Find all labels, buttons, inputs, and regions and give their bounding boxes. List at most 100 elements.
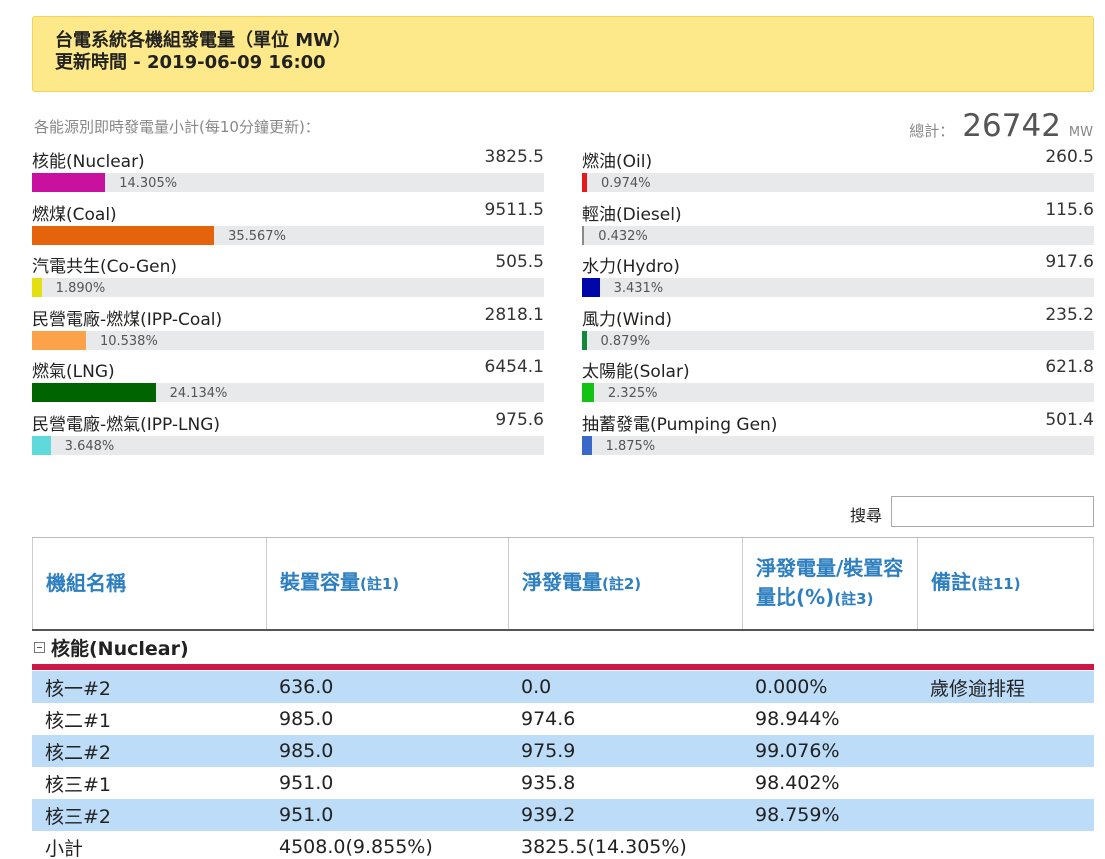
energy-bar-track <box>582 435 1094 455</box>
energy-bar-fill <box>32 435 51 455</box>
energy-bar-fill <box>32 173 106 192</box>
search-input[interactable] <box>891 496 1094 527</box>
energy-percent: 3.648% <box>64 438 115 454</box>
energy-value: 260.5 <box>1045 147 1094 167</box>
cell-net-generation: 935.8 <box>521 772 576 794</box>
energy-item: 汽電共生(Co-Gen) 505.5 1.890% <box>32 252 544 305</box>
energy-bar-track <box>32 173 544 192</box>
cell-ratio: 98.402% <box>755 772 840 794</box>
energy-value: 501.4 <box>1045 409 1094 430</box>
cell-ratio: 98.944% <box>755 708 840 730</box>
table-row: 核三#2 951.0 939.2 98.759% <box>32 799 1094 831</box>
energy-name: 太陽能(Solar) <box>582 362 690 382</box>
energy-bar-fill <box>582 173 587 192</box>
energy-bar-fill <box>582 435 592 455</box>
energy-item: 抽蓄發電(Pumping Gen) 501.4 1.875% <box>582 410 1094 463</box>
energy-list-left: 核能(Nuclear) 3825.5 14.305% 燃煤(Coal) 9511.5 35… <box>32 147 544 462</box>
table-header: 機組名稱 裝置容量(註1) 淨發電量(註2) 淨發電量/裝置容量比(%)(註3)… <box>32 537 1094 631</box>
table-row: 核二#2 985.0 975.9 99.076% <box>32 735 1094 767</box>
cell-unit-name: 小計 <box>45 837 84 859</box>
cell-net-generation: 975.9 <box>521 740 576 762</box>
energy-name: 抽蓄發電(Pumping Gen) <box>582 414 778 435</box>
energy-value: 235.2 <box>1045 304 1094 325</box>
total-unit: MW <box>1068 125 1093 140</box>
group-divider <box>32 664 1094 670</box>
cell-net-generation: 939.2 <box>521 804 576 826</box>
energy-bar-fill <box>582 278 600 297</box>
cell-ratio: 99.076% <box>755 740 840 762</box>
energy-value: 115.6 <box>1045 199 1094 220</box>
header-net-generation[interactable]: 淨發電量(註2) <box>508 538 742 629</box>
cell-net-generation: 0.0 <box>521 676 552 698</box>
energy-bar-fill <box>32 383 156 402</box>
cell-capacity: 4508.0(9.855%) <box>279 836 433 858</box>
energy-value: 3825.5 <box>484 147 544 167</box>
cell-net-generation: 3825.5(14.305%) <box>521 836 687 858</box>
total-value: 26742 <box>962 108 1061 144</box>
cell-unit-name: 核三#1 <box>45 773 112 796</box>
energy-percent: 0.432% <box>598 228 648 244</box>
energy-percent: 3.431% <box>613 281 664 296</box>
header-ratio[interactable]: 淨發電量/裝置容量比(%)(註3) <box>742 538 917 629</box>
energy-item: 民營電廠-燃氣(IPP-LNG) 975.6 3.648% <box>32 410 544 463</box>
energy-bar-track <box>582 383 1094 402</box>
energy-name: 燃煤(Coal) <box>32 204 117 225</box>
cell-capacity: 636.0 <box>279 676 334 698</box>
header-unit-name[interactable]: 機組名稱 <box>32 538 266 629</box>
table-row: 核三#1 951.0 935.8 98.402% <box>32 767 1094 799</box>
header-capacity[interactable]: 裝置容量(註1) <box>266 538 508 629</box>
cell-unit-name: 核二#2 <box>45 741 112 764</box>
page-title: 台電系統各機組發電量（單位 MW） <box>55 30 352 51</box>
group-label: 核能(Nuclear) <box>51 638 189 660</box>
energy-bar-track <box>582 173 1094 192</box>
energy-percent: 24.134% <box>169 386 228 401</box>
energy-name: 汽電共生(Co-Gen) <box>32 257 178 277</box>
energy-item: 水力(Hydro) 917.6 3.431% <box>582 252 1094 305</box>
energy-name: 風力(Wind) <box>582 309 672 330</box>
energy-list-right: 燃油(Oil) 260.5 0.974% 輕油(Diesel) 115.6 0.432% 水… <box>582 147 1094 462</box>
energy-bar-fill <box>32 330 86 350</box>
unit-table: 機組名稱 裝置容量(註1) 淨發電量(註2) 淨發電量/裝置容量比(%)(註3)… <box>32 537 1094 859</box>
search-label: 搜尋 <box>850 506 883 525</box>
energy-bar-track <box>32 278 544 297</box>
energy-name: 輕油(Diesel) <box>582 204 682 225</box>
energy-bar-track <box>32 225 544 245</box>
table-row: 核二#1 985.0 974.6 98.944% <box>32 703 1094 735</box>
energy-bar-fill <box>582 330 587 350</box>
energy-bar-track <box>582 330 1094 350</box>
energy-value: 2818.1 <box>484 304 544 325</box>
cell-remarks: 歲修逾排程 <box>930 677 1026 700</box>
subtotal-row: 小計 4508.0(9.855%) 3825.5(14.305%) <box>32 831 1094 859</box>
header-remarks[interactable]: 備註(註11) <box>917 538 1094 629</box>
total-summary: 總計： 26742 MW <box>909 108 1093 144</box>
energy-value: 975.6 <box>495 409 544 430</box>
energy-percent: 1.875% <box>605 438 656 454</box>
energy-bar-fill <box>32 278 42 297</box>
energy-item: 燃煤(Coal) 9511.5 35.567% <box>32 200 544 253</box>
energy-item: 民營電廠-燃煤(IPP-Coal) 2818.1 10.538% <box>32 305 544 358</box>
energy-item: 輕油(Diesel) 115.6 0.432% <box>582 200 1094 253</box>
energy-item: 太陽能(Solar) 621.8 2.325% <box>582 357 1094 410</box>
energy-name: 民營電廠-燃煤(IPP-Coal) <box>32 309 223 330</box>
group-nuclear[interactable]: 核能(Nuclear) <box>32 631 1094 664</box>
energy-value: 505.5 <box>495 252 544 272</box>
energy-name: 核能(Nuclear) <box>32 152 145 172</box>
energy-percent: 35.567% <box>228 228 286 244</box>
energy-percent: 10.538% <box>99 333 158 349</box>
update-time: 更新時間 - 2019-06-09 16:00 <box>55 52 326 73</box>
cell-unit-name: 核二#1 <box>45 709 112 732</box>
cell-capacity: 985.0 <box>279 740 334 762</box>
cell-unit-name: 核三#2 <box>45 805 112 828</box>
energy-value: 9511.5 <box>484 199 544 220</box>
energy-value: 917.6 <box>1045 252 1094 272</box>
energy-name: 民營電廠-燃氣(IPP-LNG) <box>32 414 221 435</box>
cell-capacity: 951.0 <box>279 804 334 826</box>
energy-bar-track <box>582 225 1094 245</box>
collapse-icon[interactable] <box>34 642 45 653</box>
energy-value: 621.8 <box>1045 357 1094 377</box>
energy-percent: 2.325% <box>607 386 658 401</box>
energy-percent: 14.305% <box>119 176 178 191</box>
total-label: 總計： <box>909 122 955 140</box>
energy-value: 6454.1 <box>484 357 544 377</box>
energy-name: 燃油(Oil) <box>582 152 653 172</box>
